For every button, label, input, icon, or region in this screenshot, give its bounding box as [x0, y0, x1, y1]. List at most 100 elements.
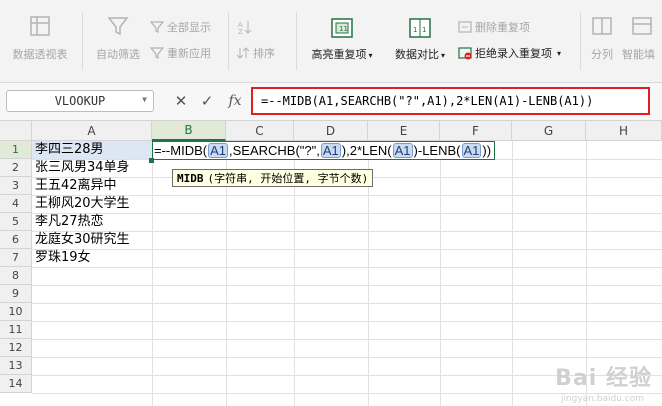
confirm-check-icon[interactable]: ✓	[197, 91, 217, 111]
tooltip-function-name: MIDB	[177, 171, 204, 185]
name-box-dropdown-icon[interactable]: ▼	[142, 95, 147, 104]
row-header-12[interactable]: 12	[0, 339, 32, 357]
gridline	[32, 321, 662, 322]
ribbon-divider	[296, 12, 297, 70]
split-columns-icon	[592, 17, 612, 35]
pivot-table-label: 数据透视表	[12, 48, 68, 61]
tooltip-arguments: (字符串, 开始位置, 字节个数)	[207, 172, 369, 185]
sort-label: 排序	[253, 47, 275, 60]
row-header-5[interactable]: 5	[0, 213, 32, 231]
cell-a3[interactable]: 王五42离异中	[32, 177, 117, 195]
baidu-watermark: Bai 经验	[555, 366, 652, 391]
cell-a7[interactable]: 罗珠19女	[32, 249, 91, 267]
svg-text:11: 11	[339, 25, 348, 33]
remove-duplicates-button[interactable]: 删除重复项	[458, 19, 530, 35]
row-header-9[interactable]: 9	[0, 285, 32, 303]
gridline	[32, 213, 662, 214]
name-box[interactable]: VLOOKUP ▼	[6, 90, 154, 112]
spreadsheet-grid[interactable]: A B C D E F G H 1 2 3 4 5 6 7 8 9 10 11 …	[0, 121, 662, 406]
pivot-table-icon	[30, 16, 50, 36]
show-all-label: 全部显示	[167, 21, 211, 34]
column-header-g[interactable]: G	[512, 121, 586, 141]
smart-toolbox-icon	[632, 17, 652, 35]
split-columns-button[interactable]: 分列	[584, 14, 620, 62]
row-header-2[interactable]: 2	[0, 159, 32, 177]
show-all-button[interactable]: 全部显示	[150, 19, 211, 35]
cell-a4[interactable]: 王柳风20大学生	[32, 195, 130, 213]
gridline	[440, 141, 441, 406]
pivot-table-button[interactable]: 数据透视表	[8, 14, 72, 62]
remove-duplicates-label: 删除重复项	[475, 21, 530, 34]
reject-duplicate-caret-icon: ▾	[557, 48, 562, 58]
row-header-7[interactable]: 7	[0, 249, 32, 267]
column-header-d[interactable]: D	[294, 121, 368, 141]
select-all-corner[interactable]	[0, 121, 32, 141]
cell-b1-editor[interactable]: =--MIDB(A1 ,SEARCHB("?", A1),2*LEN(A1)-LEN…	[152, 141, 496, 160]
highlight-duplicates-icon: 11	[331, 18, 353, 38]
filter-funnel-icon	[107, 17, 129, 36]
column-header-b[interactable]: B	[152, 121, 226, 141]
remove-duplicates-icon	[458, 21, 472, 33]
row-header-1[interactable]: 1	[0, 141, 32, 159]
gridline	[152, 141, 153, 406]
row-header-10[interactable]: 10	[0, 303, 32, 321]
data-compare-label: 数据对比 ▾	[394, 48, 445, 61]
ribbon-divider	[228, 12, 229, 70]
cell-a2[interactable]: 张三风男34单身	[32, 159, 130, 177]
row-header-11[interactable]: 11	[0, 321, 32, 339]
auto-filter-button[interactable]: 自动筛选	[88, 14, 148, 62]
svg-text:Z: Z	[238, 28, 243, 35]
row-header-8[interactable]: 8	[0, 267, 32, 285]
column-header-c[interactable]: C	[226, 121, 294, 141]
cancel-icon[interactable]: ✕	[172, 91, 190, 111]
name-box-value: VLOOKUP	[54, 94, 106, 108]
row-header-6[interactable]: 6	[0, 231, 32, 249]
reject-duplicate-entry-button[interactable]: 拒绝录入重复项 ▾	[458, 45, 561, 61]
formula-part: ),2*LEN(	[341, 143, 392, 158]
reapply-label: 重新应用	[167, 47, 211, 60]
sort-button[interactable]: 排序	[236, 45, 275, 61]
fill-handle[interactable]	[149, 158, 154, 163]
column-header-f[interactable]: F	[440, 121, 512, 141]
sort-ascending-icon: AZ	[238, 21, 252, 35]
svg-text:1: 1	[413, 26, 417, 34]
reject-duplicate-icon	[458, 47, 472, 60]
row-header-3[interactable]: 3	[0, 177, 32, 195]
ribbon-divider	[82, 12, 83, 70]
insert-function-icon[interactable]: fx	[224, 91, 246, 111]
data-compare-button[interactable]: 1 1 数据对比 ▾	[385, 14, 455, 63]
filter-show-all-icon	[150, 21, 164, 33]
gridline	[32, 267, 662, 268]
gridline	[512, 141, 513, 406]
svg-text:1: 1	[422, 26, 426, 34]
formula-bar: VLOOKUP ▼ ✕ ✓ fx =--MIDB(A1,SEARCHB("?",…	[0, 83, 662, 121]
column-header-e[interactable]: E	[368, 121, 440, 141]
row-header-4[interactable]: 4	[0, 195, 32, 213]
auto-filter-label: 自动筛选	[96, 48, 140, 61]
cell-a5[interactable]: 李凡27热恋	[32, 213, 104, 231]
cell-reference-a1: A1	[392, 143, 413, 158]
column-header-h[interactable]: H	[586, 121, 662, 141]
highlight-duplicates-label: 高亮重复项 ▾	[311, 48, 373, 61]
reapply-button[interactable]: 重新应用	[150, 45, 211, 61]
formula-part: =--MIDB(	[154, 143, 208, 158]
gridline	[32, 249, 662, 250]
cell-reference-a1: A1	[320, 143, 341, 158]
sort-az-icon-button[interactable]: AZ	[236, 19, 252, 35]
gridline	[32, 357, 662, 358]
column-header-a[interactable]: A	[32, 121, 152, 141]
data-compare-icon: 1 1	[409, 18, 431, 38]
formula-part: ,SEARCHB("?",	[229, 143, 320, 158]
cell-a6[interactable]: 龙庭女30研究生	[32, 231, 130, 249]
highlight-duplicates-button[interactable]: 11 高亮重复项 ▾	[300, 14, 384, 63]
gridline	[32, 285, 662, 286]
cell-a1[interactable]: 李四三28男	[32, 141, 152, 159]
gridline	[32, 303, 662, 304]
smart-toolbox-button[interactable]: 智能填	[622, 14, 662, 62]
formula-input[interactable]: =--MIDB(A1,SEARCHB("?",A1),2*LEN(A1)-LEN…	[251, 87, 650, 115]
filter-reapply-icon	[150, 47, 164, 59]
row-header-13[interactable]: 13	[0, 357, 32, 375]
baidu-watermark-url: jingyan.baidu.com	[560, 394, 644, 404]
row-header-14[interactable]: 14	[0, 375, 32, 393]
cell-reference-a1: A1	[461, 143, 482, 158]
